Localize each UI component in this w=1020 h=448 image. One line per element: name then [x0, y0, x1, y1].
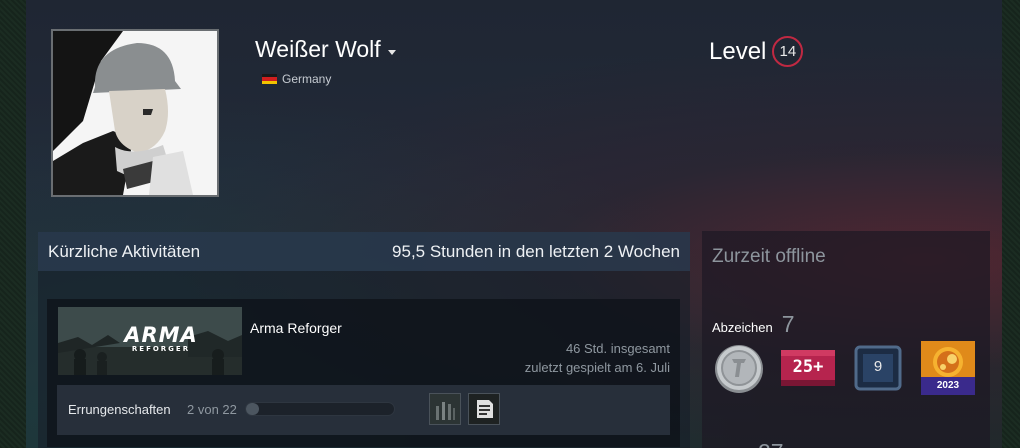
- game-logo-text: ARMA: [124, 323, 198, 347]
- achievements-progress: [245, 402, 395, 416]
- badges-label: Abzeichen: [712, 320, 773, 335]
- groups-count: 27: [758, 439, 784, 448]
- last-played: zuletzt gespielt am 6. Juli: [524, 360, 670, 375]
- achievements-count: 2 von 22: [187, 402, 237, 417]
- achievement-icon-document[interactable]: [468, 393, 500, 425]
- game-capsule[interactable]: ARMA REFORGER: [58, 307, 242, 375]
- background-pattern-right: [1002, 0, 1020, 448]
- game-title[interactable]: Arma Reforger: [250, 320, 342, 336]
- coin-badge-icon: [715, 345, 763, 393]
- badges-link[interactable]: Abzeichen 7: [712, 311, 795, 338]
- activity-hours: 95,5 Stunden in den letzten 2 Wochen: [392, 241, 680, 261]
- game-logo-subtitle: REFORGER: [131, 345, 191, 353]
- online-status: Zurzeit offline: [712, 246, 826, 267]
- persona-row: Weißer Wolf: [255, 36, 396, 63]
- germany-flag-icon: [262, 74, 277, 84]
- badge-coin[interactable]: [712, 341, 766, 395]
- level-label: Level: [709, 37, 767, 65]
- activity-title[interactable]: Kürzliche Aktivitäten: [48, 242, 200, 262]
- achievements-bar: Errungenschaften 2 von 22: [57, 385, 670, 435]
- level-display: Level 14: [709, 36, 804, 67]
- country-name: Germany: [282, 72, 332, 86]
- avatar-image: [53, 31, 217, 195]
- activity-header: Kürzliche Aktivitäten 95,5 Stunden in de…: [38, 232, 690, 271]
- badge-years-of-service[interactable]: 9: [851, 341, 905, 395]
- persona-name[interactable]: Weißer Wolf: [255, 36, 381, 63]
- chevron-down-icon[interactable]: [387, 50, 396, 55]
- achievements-progress-fill: [246, 403, 260, 415]
- badge-2023-text: 2023: [936, 380, 960, 391]
- achievement-icon-soldiers[interactable]: [429, 393, 461, 425]
- location: Germany: [262, 72, 331, 86]
- profile-sidebar: Zurzeit offline Abzeichen 7 25+ 9 2023: [702, 231, 990, 448]
- achievements-label[interactable]: Errungenschaften: [68, 402, 171, 417]
- profile-page: Weißer Wolf Germany Level 14 Kürzliche A…: [26, 0, 1002, 448]
- badge-25-text: 25+: [792, 357, 824, 377]
- game-logo: ARMA REFORGER: [120, 323, 202, 353]
- background-pattern-left: [0, 0, 26, 448]
- avatar[interactable]: [51, 29, 219, 197]
- activity-body: ARMA REFORGER Arma Reforger 46 Std. insg…: [38, 271, 690, 448]
- badge-steam-2023[interactable]: 2023: [921, 341, 975, 395]
- badges-count: 7: [781, 311, 795, 337]
- game-card: ARMA REFORGER Arma Reforger 46 Std. insg…: [47, 299, 680, 447]
- badge-25-plus[interactable]: 25+: [781, 341, 835, 395]
- years-of-service-number: 9: [873, 358, 883, 375]
- level-badge[interactable]: 14: [772, 36, 804, 67]
- playtime-total: 46 Std. insgesamt: [565, 341, 670, 356]
